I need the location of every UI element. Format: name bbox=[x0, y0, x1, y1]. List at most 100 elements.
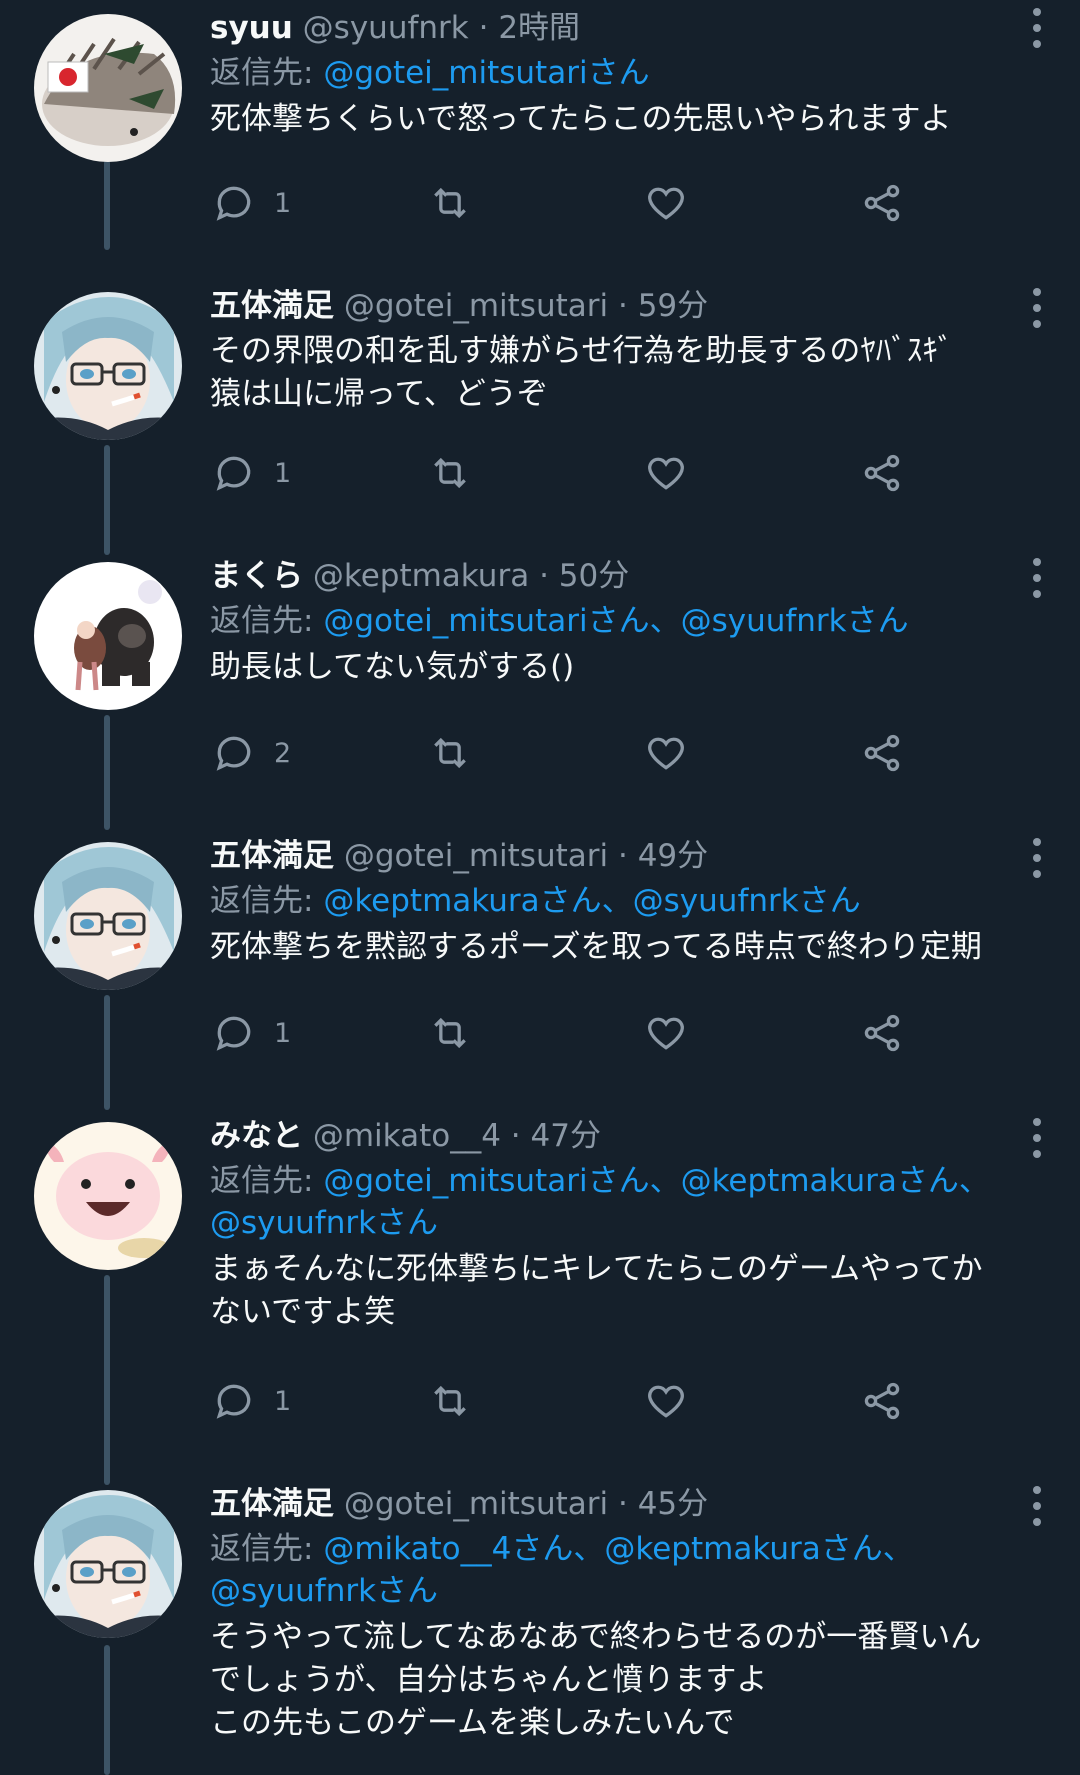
tweet-text-line: そうやって流してなあなあで終わらせるのが一番賢いん bbox=[210, 1619, 982, 1655]
gorilla-avatar bbox=[34, 562, 182, 710]
reply-count: 1 bbox=[274, 187, 292, 219]
share-icon bbox=[864, 734, 900, 772]
user-handle[interactable]: @gotei_mitsutari bbox=[344, 1486, 608, 1522]
mention-link[interactable]: @mikato__4さん bbox=[323, 1531, 573, 1567]
like-button[interactable] bbox=[644, 1376, 688, 1426]
separator-dot: · bbox=[617, 288, 628, 324]
share-button[interactable] bbox=[860, 728, 904, 778]
mention-link[interactable]: @keptmakuraさん bbox=[604, 1531, 882, 1567]
like-button[interactable] bbox=[644, 448, 688, 498]
user-handle[interactable]: @keptmakura bbox=[313, 558, 529, 594]
avatar[interactable] bbox=[34, 14, 182, 162]
reply-button[interactable]: 1 bbox=[212, 178, 291, 228]
display-name[interactable]: みなと bbox=[210, 1118, 303, 1154]
avatar[interactable] bbox=[34, 562, 182, 710]
reply-to-label: 返信先: bbox=[210, 55, 314, 91]
mention-link[interactable]: @keptmakuraさん bbox=[323, 883, 601, 919]
share-button[interactable] bbox=[860, 1376, 904, 1426]
timestamp[interactable]: 59分 bbox=[638, 288, 708, 324]
reply-icon bbox=[216, 1384, 251, 1419]
tweet-header: 五体満足 @gotei_mitsutari · 59分 bbox=[210, 286, 1040, 326]
mention-link[interactable]: @keptmakuraさん bbox=[681, 1163, 959, 1199]
mention-separator: 、 bbox=[649, 1163, 681, 1199]
heart-icon bbox=[648, 1385, 684, 1418]
mention-link[interactable]: @gotei_mitsutariさん bbox=[323, 1163, 649, 1199]
tweet-header: syuu @syuufnrk · 2時間 bbox=[210, 8, 1040, 48]
avatar[interactable] bbox=[34, 842, 182, 990]
mention-separator: 、 bbox=[882, 1531, 914, 1567]
more-options-icon[interactable] bbox=[1032, 8, 1042, 48]
reply-to-line: 返信先: @keptmakuraさん、@syuufnrkさん bbox=[210, 880, 1040, 922]
tweet-actions: 1 bbox=[212, 448, 932, 498]
thread-line bbox=[104, 1275, 110, 1485]
heart-icon bbox=[648, 457, 684, 490]
display-name[interactable]: 五体満足 bbox=[210, 838, 334, 874]
like-button[interactable] bbox=[644, 178, 688, 228]
like-button[interactable] bbox=[644, 1008, 688, 1058]
timestamp[interactable]: 47分 bbox=[531, 1118, 601, 1154]
mention-separator: 、 bbox=[649, 603, 681, 639]
avatar[interactable] bbox=[34, 292, 182, 440]
avatar[interactable] bbox=[34, 1122, 182, 1270]
timestamp[interactable]: 50分 bbox=[559, 558, 629, 594]
reply-to-label: 返信先: bbox=[210, 603, 314, 639]
tweet-text-line: ないですよ笑 bbox=[210, 1294, 396, 1330]
tweet-text-line: この先もこのゲームを楽しみたいんで bbox=[210, 1705, 735, 1741]
more-options-icon[interactable] bbox=[1032, 288, 1042, 328]
display-name[interactable]: 五体満足 bbox=[210, 1486, 334, 1522]
mention-link[interactable]: @syuufnrkさん bbox=[210, 1573, 438, 1609]
retweet-icon bbox=[434, 187, 466, 219]
timestamp[interactable]: 2時間 bbox=[498, 10, 580, 46]
more-options-icon[interactable] bbox=[1032, 558, 1042, 598]
reply-count: 2 bbox=[274, 737, 292, 769]
retweet-button[interactable] bbox=[428, 1008, 472, 1058]
share-button[interactable] bbox=[860, 178, 904, 228]
user-handle[interactable]: @syuufnrk bbox=[303, 10, 469, 46]
separator-dot: · bbox=[617, 1486, 628, 1522]
timestamp[interactable]: 49分 bbox=[638, 838, 708, 874]
user-handle[interactable]: @gotei_mitsutari bbox=[344, 288, 608, 324]
thread-line bbox=[104, 445, 110, 555]
tweet-text: 死体撃ちを黙認するポーズを取ってる時点で終わり定期 bbox=[210, 926, 1040, 969]
reply-button[interactable]: 2 bbox=[212, 728, 291, 778]
like-button[interactable] bbox=[644, 728, 688, 778]
tweet-text: そうやって流してなあなあで終わらせるのが一番賢いん でしょうが、自分はちゃんと憤… bbox=[210, 1616, 1040, 1745]
more-options-icon[interactable] bbox=[1032, 1118, 1042, 1158]
mention-link[interactable]: @syuufnrkさん bbox=[210, 1205, 438, 1241]
heart-icon bbox=[648, 187, 684, 220]
retweet-icon bbox=[434, 1385, 466, 1417]
separator-dot: · bbox=[539, 558, 549, 594]
reply-count: 1 bbox=[274, 457, 292, 489]
reply-to-label: 返信先: bbox=[210, 1531, 314, 1567]
retweet-button[interactable] bbox=[428, 728, 472, 778]
user-handle[interactable]: @gotei_mitsutari bbox=[344, 838, 608, 874]
more-options-icon[interactable] bbox=[1032, 838, 1042, 878]
mention-link[interactable]: @syuufnrkさん bbox=[681, 603, 909, 639]
separator-dot: · bbox=[478, 10, 489, 46]
user-handle[interactable]: @mikato__4 bbox=[313, 1118, 501, 1154]
retweet-button[interactable] bbox=[428, 448, 472, 498]
reply-button[interactable]: 1 bbox=[212, 448, 291, 498]
mention-link[interactable]: @gotei_mitsutariさん bbox=[323, 55, 649, 91]
mention-link[interactable]: @syuufnrkさん bbox=[633, 883, 861, 919]
reply-icon bbox=[216, 186, 251, 221]
avatar[interactable] bbox=[34, 1490, 182, 1638]
reply-button[interactable]: 1 bbox=[212, 1008, 291, 1058]
tweet-text: 死体撃ちくらいで怒ってたらこの先思いやられますよ bbox=[210, 98, 1040, 141]
reply-button[interactable]: 1 bbox=[212, 1376, 291, 1426]
display-name[interactable]: 五体満足 bbox=[210, 288, 334, 324]
share-button[interactable] bbox=[860, 1008, 904, 1058]
more-options-icon[interactable] bbox=[1032, 1486, 1042, 1526]
retweet-button[interactable] bbox=[428, 178, 472, 228]
retweet-button[interactable] bbox=[428, 1376, 472, 1426]
share-icon bbox=[864, 1014, 900, 1052]
display-name[interactable]: syuu bbox=[210, 10, 293, 46]
share-icon bbox=[864, 1382, 900, 1420]
share-button[interactable] bbox=[860, 448, 904, 498]
anime-avatar bbox=[34, 292, 182, 440]
anime-avatar bbox=[34, 1490, 182, 1638]
timestamp[interactable]: 45分 bbox=[638, 1486, 708, 1522]
display-name[interactable]: まくら bbox=[210, 558, 303, 594]
tweet-text-line: 猿は山に帰って、どうぞ bbox=[210, 376, 548, 412]
mention-link[interactable]: @gotei_mitsutariさん bbox=[323, 603, 649, 639]
